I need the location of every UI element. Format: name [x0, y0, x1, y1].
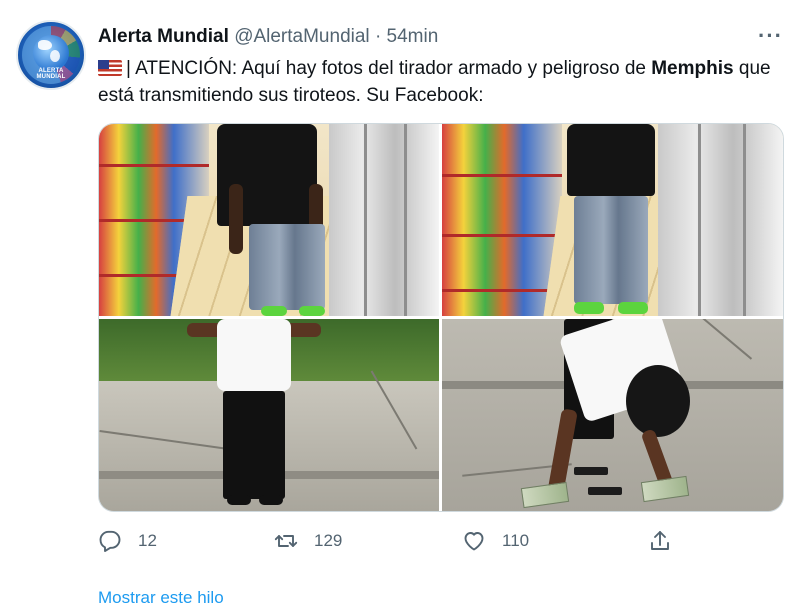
person-jeans [249, 224, 325, 310]
retweet-icon [274, 535, 298, 547]
retweet-count: 129 [314, 531, 343, 550]
tweet-text-bold: Memphis [651, 58, 734, 79]
shelf-row [99, 164, 209, 167]
tweet-text-part1: | ATENCIÓN: Aquí hay fotos del tirador a… [126, 58, 652, 79]
person-hair [626, 365, 690, 437]
more-options-icon[interactable]: ··· [758, 23, 783, 49]
photo-sidewalk-2[interactable] [442, 319, 783, 511]
author-handle[interactable]: @AlertaMundial [234, 26, 369, 47]
shoe [299, 306, 325, 316]
gun [588, 487, 622, 495]
photo-store-aisle-2[interactable] [442, 124, 783, 316]
reply-button[interactable]: 12 [98, 524, 157, 558]
separator-dot: · [374, 26, 382, 47]
globe-land [38, 40, 52, 50]
shoe [574, 302, 604, 314]
globe-land [50, 50, 60, 62]
fridge [658, 124, 783, 316]
shelf-row [442, 174, 562, 177]
photo-sidewalk-1[interactable] [99, 319, 439, 511]
shoe [261, 306, 287, 316]
tweet-text: | ATENCIÓN: Aquí hay fotos del tirador a… [98, 55, 788, 109]
show-thread-link[interactable]: Mostrar este hilo [98, 588, 224, 608]
person-jeans [574, 196, 648, 304]
share-button[interactable] [648, 524, 672, 558]
fridge-door [698, 124, 701, 316]
fridge-door [743, 124, 746, 316]
fridge-door [404, 124, 407, 316]
fridge-door [364, 124, 367, 316]
gun [574, 467, 608, 475]
heart-icon [464, 532, 484, 551]
action-bar: 12 129 110 [98, 524, 698, 558]
person-pants [223, 391, 285, 499]
shoe [259, 495, 283, 505]
shelf-row [442, 234, 562, 237]
author-name[interactable]: Alerta Mundial [98, 26, 229, 47]
shelf [442, 124, 562, 316]
retweet-button[interactable]: 129 [274, 524, 342, 558]
us-flag-icon [98, 60, 122, 76]
photo-store-aisle-1[interactable] [99, 124, 439, 316]
fridge [329, 124, 439, 316]
avatar[interactable]: ALERTA MUNDIAL [16, 20, 86, 90]
tweet-time[interactable]: 54min [387, 26, 439, 47]
shelf-row [442, 289, 562, 292]
reply-icon [99, 530, 121, 552]
person-shirt [217, 319, 291, 391]
reply-count: 12 [138, 531, 157, 550]
like-count: 110 [502, 531, 530, 550]
avatar-logo-text: ALERTA MUNDIAL [36, 68, 66, 80]
shoe [227, 495, 251, 505]
shoe [618, 302, 648, 314]
media-grid [98, 123, 784, 512]
person-shirt [567, 124, 655, 196]
tweet-header: Alerta Mundial @AlertaMundial · 54min [98, 26, 438, 48]
share-icon [651, 531, 669, 550]
tweet[interactable]: ALERTA MUNDIAL Alerta Mundial @AlertaMun… [0, 0, 800, 607]
like-button[interactable]: 110 [462, 524, 529, 558]
person-arm [229, 184, 243, 254]
